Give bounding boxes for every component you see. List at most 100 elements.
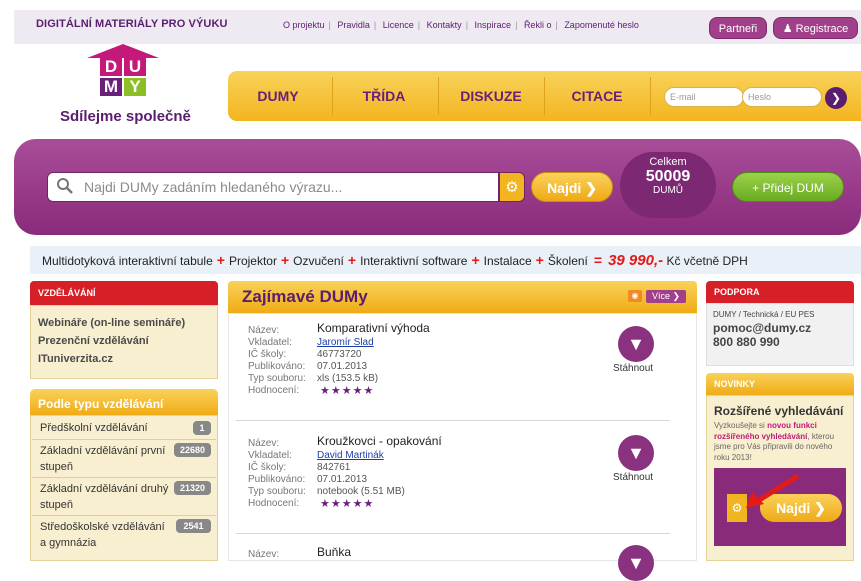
typ-item-zakladni-prvni[interactable]: Základní vzdělávání první stupeň bbox=[40, 443, 165, 475]
main-nav: DUMY TŘÍDA DISKUZE CITACE E-mail Heslo bbox=[228, 71, 861, 121]
search-button[interactable]: Najdi ❯ bbox=[531, 172, 613, 202]
nav-trida[interactable]: TŘÍDA bbox=[334, 71, 434, 121]
dum-ico: 842761 bbox=[317, 462, 351, 473]
login-submit-button[interactable]: ❯ bbox=[825, 87, 847, 109]
label-publikovano: Publikováno: bbox=[248, 474, 306, 485]
chevron-right-icon: ❯ bbox=[830, 91, 842, 105]
counter-unit: DUMŮ bbox=[653, 185, 683, 196]
dum-title[interactable]: Buňka bbox=[317, 546, 351, 559]
logo[interactable]: D U M Y bbox=[87, 44, 159, 106]
promo-item: Projektor bbox=[228, 254, 277, 268]
link-kontakty[interactable]: Kontakty bbox=[427, 20, 462, 30]
counter-value: 50009 bbox=[645, 168, 691, 185]
link-inspirace[interactable]: Inspirace bbox=[475, 20, 512, 30]
label-nazev: Název: bbox=[248, 325, 280, 336]
search-icon bbox=[57, 178, 73, 194]
nav-dumy[interactable]: DUMY bbox=[228, 71, 328, 121]
link-ituniverzita[interactable]: ITuniverzita.cz bbox=[38, 353, 113, 365]
label-hodnoceni: Hodnocení: bbox=[248, 385, 300, 396]
novinky-heading-text: Rozšířené vyhledávání bbox=[714, 404, 844, 418]
arrow-icon bbox=[746, 473, 800, 508]
novinky-text: Vyzkoušejte si novou funkci rozšířeného … bbox=[714, 421, 835, 462]
rating-stars: ★★★★★ bbox=[320, 385, 375, 397]
rating-stars: ★★★★★ bbox=[320, 498, 375, 510]
more-button[interactable]: Více ❯ bbox=[646, 290, 686, 303]
nav-diskuze[interactable]: DISKUZE bbox=[440, 71, 542, 121]
promo-banner[interactable]: Multidotyková interaktivní tabule + Projek… bbox=[30, 246, 861, 274]
email-field[interactable]: E-mail bbox=[664, 87, 744, 107]
label-vkladatel: Vkladatel: bbox=[248, 450, 292, 461]
dum-ico: 46773720 bbox=[317, 349, 362, 360]
equals-icon: = bbox=[593, 252, 603, 268]
password-field[interactable]: Heslo bbox=[742, 87, 822, 107]
promo-item: Školení bbox=[547, 254, 588, 268]
podpora-heading: PODPORA bbox=[706, 281, 854, 303]
plus-icon: + bbox=[280, 252, 290, 268]
nav-citace[interactable]: CITACE bbox=[546, 71, 648, 121]
label-vkladatel: Vkladatel: bbox=[248, 337, 292, 348]
logo-letter-m: M bbox=[100, 78, 122, 96]
search-button-label: Najdi bbox=[547, 180, 582, 196]
typ-item-stredoskolske[interactable]: Středoškolské vzdělávání a gymnázia bbox=[40, 519, 165, 551]
link-pravidla[interactable]: Pravidla bbox=[337, 20, 370, 30]
partners-button[interactable]: Partneři bbox=[709, 17, 767, 39]
label-publikovano: Publikováno: bbox=[248, 361, 306, 372]
label-typ: Typ souboru: bbox=[248, 373, 306, 384]
typ-vzdelavani-heading: Podle typu vzdělávání bbox=[30, 389, 218, 415]
dum-filetype: xls (153.5 kB) bbox=[317, 373, 379, 384]
label-ico: IČ školy: bbox=[248, 349, 287, 360]
promo-item: Ozvučení bbox=[293, 254, 344, 268]
gear-icon: ⚙ bbox=[505, 179, 519, 196]
podpora-panel: DUMY / Technická / EU PES pomoc@dumy.cz … bbox=[706, 303, 854, 366]
count-badge: 21320 bbox=[174, 481, 211, 495]
promo-item: Multidotyková interaktivní tabule bbox=[42, 254, 213, 268]
download-icon[interactable]: ▼ bbox=[618, 326, 654, 362]
promo-item: Interaktivní software bbox=[360, 254, 468, 268]
dum-filetype: notebook (5.51 MB) bbox=[317, 486, 405, 497]
add-dum-button[interactable]: + Přidej DUM bbox=[732, 172, 844, 202]
support-email[interactable]: pomoc@dumy.cz bbox=[713, 321, 811, 335]
logo-letter-d: D bbox=[100, 58, 122, 76]
typ-item-zakladni-druhy[interactable]: Základní vzdělávání druhý stupeň bbox=[40, 481, 168, 513]
link-o-projektu[interactable]: O projektu bbox=[283, 20, 325, 30]
download-label[interactable]: Stáhnout bbox=[613, 363, 653, 374]
count-badge: 2541 bbox=[176, 519, 211, 533]
logo-slogan: Sdílejme společně bbox=[60, 108, 191, 125]
label-nazev: Název: bbox=[248, 438, 280, 449]
link-rekli-o[interactable]: Řekli o bbox=[524, 20, 552, 30]
download-icon[interactable]: ▼ bbox=[618, 435, 654, 471]
link-prezencni[interactable]: Prezenční vzdělávání bbox=[38, 335, 149, 347]
download-icon[interactable]: ▼ bbox=[618, 545, 654, 581]
dum-counter: Celkem 50009 DUMŮ bbox=[620, 152, 716, 218]
chevron-right-icon: ❯ bbox=[585, 180, 597, 196]
promo-item: Instalace bbox=[483, 254, 532, 268]
podpora-subtitle: DUMY / Technická / EU PES bbox=[713, 310, 815, 319]
novinky-heading: NOVINKY bbox=[706, 373, 854, 395]
plus-icon: + bbox=[471, 252, 480, 268]
user-icon: ♟ bbox=[782, 23, 793, 35]
dum-title[interactable]: Komparativní výhoda bbox=[317, 322, 430, 335]
typ-item-predskolni[interactable]: Předškolní vzdělávání bbox=[40, 420, 148, 436]
logo-letter-u: U bbox=[124, 58, 146, 76]
dum-published: 07.01.2013 bbox=[317, 474, 368, 485]
label-nazev: Název: bbox=[248, 549, 280, 560]
download-label[interactable]: Stáhnout bbox=[613, 472, 653, 483]
search-settings-button[interactable]: ⚙ bbox=[499, 172, 525, 202]
plus-icon: + bbox=[216, 252, 225, 268]
dum-author-link[interactable]: Jaromír Slad bbox=[317, 337, 374, 349]
count-badge: 22680 bbox=[174, 443, 211, 457]
dum-author-link[interactable]: David Martinák bbox=[317, 450, 384, 462]
logo-letter-y: Y bbox=[124, 78, 146, 96]
register-button[interactable]: ♟ Registrace bbox=[773, 17, 858, 39]
plus-icon: + bbox=[535, 252, 544, 268]
link-zapomenute-heslo[interactable]: Zapomenuté heslo bbox=[564, 20, 639, 30]
link-webinare[interactable]: Webináře (on-line semináře) bbox=[38, 317, 185, 329]
logo-roof-icon bbox=[87, 44, 159, 58]
dum-title[interactable]: Kroužkovci - opakování bbox=[317, 435, 442, 448]
vzdelavani-heading: VZDĚLÁVÁNÍ bbox=[30, 281, 218, 305]
label-ico: IČ školy: bbox=[248, 462, 287, 473]
link-licence[interactable]: Licence bbox=[383, 20, 414, 30]
rss-icon[interactable]: ◉ bbox=[628, 290, 642, 302]
label-hodnoceni: Hodnocení: bbox=[248, 498, 300, 509]
label-typ: Typ souboru: bbox=[248, 486, 306, 497]
